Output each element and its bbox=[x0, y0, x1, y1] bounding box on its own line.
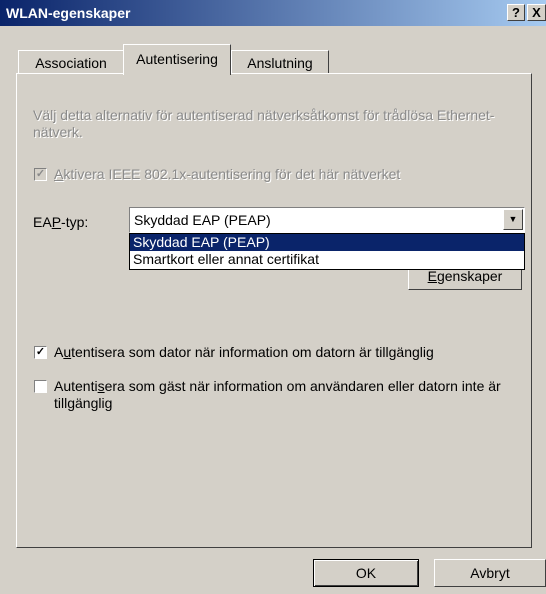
eap-option-peap[interactable]: Skyddad EAP (PEAP) bbox=[130, 234, 524, 251]
cancel-button[interactable]: Avbryt bbox=[434, 559, 546, 587]
eap-option-smartcard[interactable]: Smartkort eller annat certifikat bbox=[130, 251, 524, 268]
tab-association[interactable]: Association bbox=[18, 50, 124, 74]
eap-type-label: EAP-typ: bbox=[33, 214, 89, 230]
tab-panel bbox=[16, 73, 532, 548]
ok-button[interactable]: OK bbox=[313, 559, 419, 587]
eap-type-selected-value: Skyddad EAP (PEAP) bbox=[134, 212, 271, 228]
computer-auth-checkbox[interactable]: ✓ bbox=[34, 346, 47, 359]
guest-auth-label: Autentisera som gäst när information om … bbox=[54, 378, 501, 411]
chevron-down-icon: ▼ bbox=[508, 214, 518, 224]
help-button[interactable]: ? bbox=[507, 4, 525, 21]
ieee8021x-label: Aktivera IEEE 802.1x-autentisering för d… bbox=[54, 166, 401, 182]
ieee8021x-checkbox[interactable]: ✓ bbox=[34, 168, 47, 181]
wlan-properties-dialog: WLAN-egenskaper ? X Association Autentis… bbox=[0, 0, 546, 594]
tab-authentication[interactable]: Autentisering bbox=[123, 44, 231, 75]
window-title: WLAN-egenskaper bbox=[6, 5, 131, 21]
description-text: Välj detta alternativ för autentiserad n… bbox=[33, 107, 495, 140]
computer-auth-label: Autentisera som dator när information om… bbox=[54, 344, 434, 360]
eap-type-dropdown-list: Skyddad EAP (PEAP) Smartkort eller annat… bbox=[129, 233, 525, 270]
title-bar[interactable]: WLAN-egenskaper ? X bbox=[0, 0, 546, 26]
tab-connection[interactable]: Anslutning bbox=[231, 50, 329, 74]
eap-type-select[interactable]: Skyddad EAP (PEAP) ▼ bbox=[129, 207, 525, 233]
close-button[interactable]: X bbox=[527, 4, 546, 21]
guest-auth-checkbox[interactable] bbox=[34, 380, 47, 393]
dropdown-arrow-button[interactable]: ▼ bbox=[503, 209, 523, 230]
